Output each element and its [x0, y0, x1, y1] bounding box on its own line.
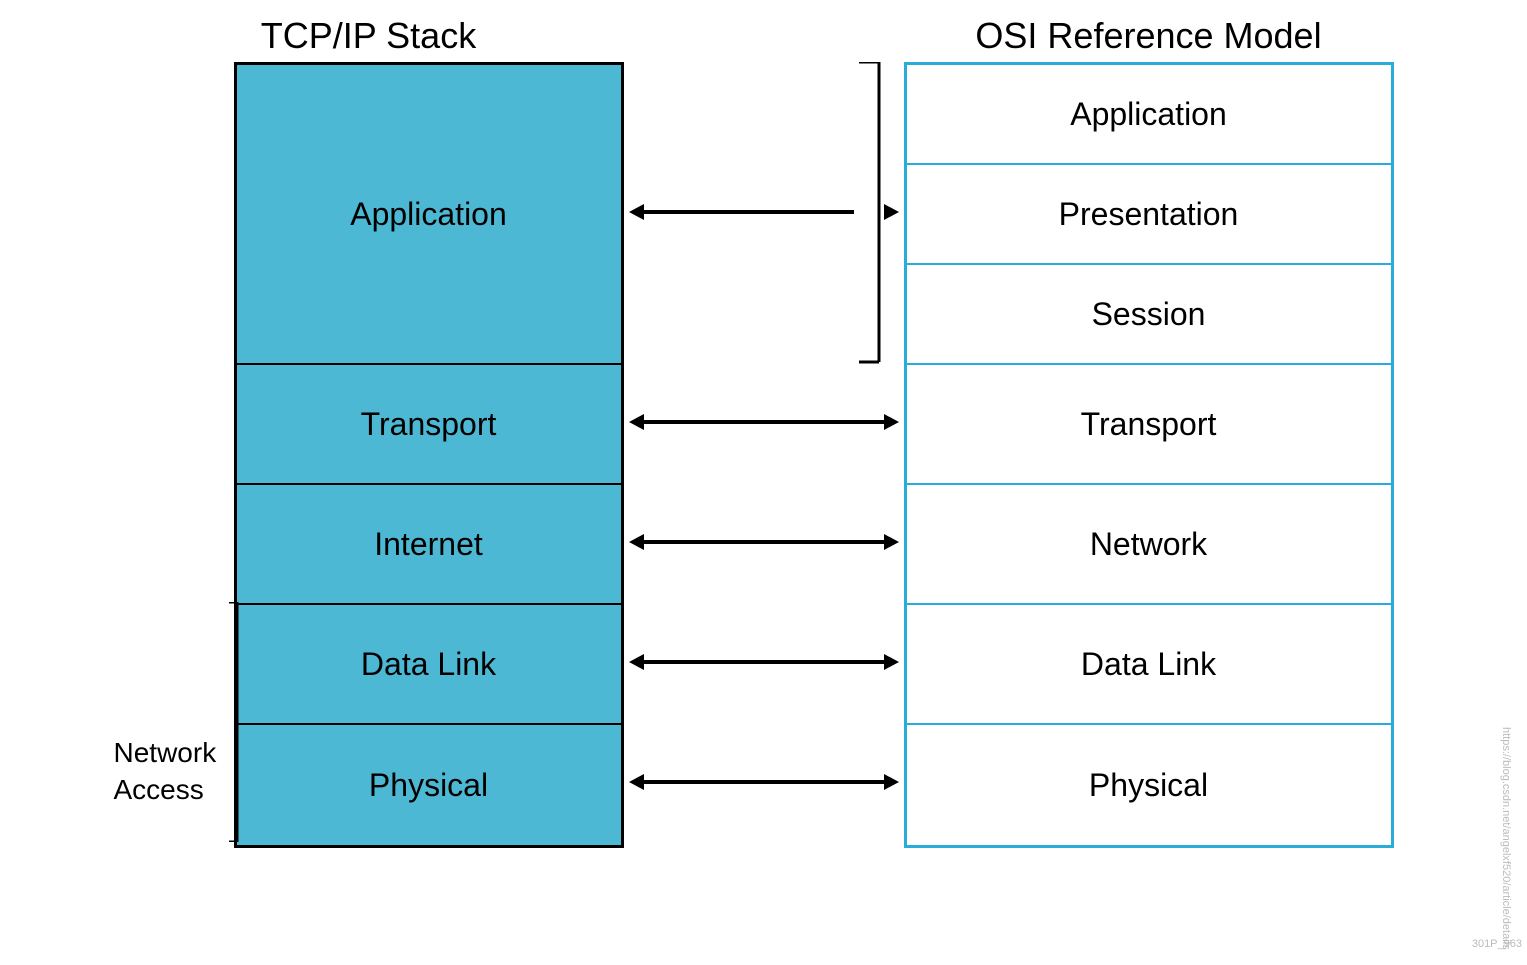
osi-title: OSI Reference Model	[975, 15, 1321, 56]
osi-layer-physical: Physical	[907, 725, 1391, 845]
tcp-layer-datalink: Data Link	[237, 605, 621, 725]
tcp-layer-application: Application	[237, 65, 621, 365]
osi-stack: Application Presentation Session Transpo…	[904, 62, 1394, 848]
osi-layer-datalink: Data Link	[907, 605, 1391, 725]
arrows-svg	[624, 62, 904, 842]
watermark: https://blog.csdn.net/angelxf520/article…	[1500, 727, 1512, 950]
tcp-layer-physical: Physical	[237, 725, 621, 845]
tcpip-title: TCP/IP Stack	[261, 15, 476, 56]
osi-layer-session: Session	[907, 265, 1391, 365]
osi-layer-application: Application	[907, 65, 1391, 165]
diagram-container: TCP/IP Stack OSI Reference Model Network…	[0, 0, 1527, 965]
figure-id: 301P_963	[1472, 938, 1522, 950]
osi-layer-network: Network	[907, 485, 1391, 605]
tcp-layer-transport: Transport	[237, 365, 621, 485]
tcp-layer-internet: Internet	[237, 485, 621, 605]
network-access-label: Network Access	[114, 735, 224, 808]
osi-layer-transport: Transport	[907, 365, 1391, 485]
tcpip-stack: Application Transport Internet Data Link…	[234, 62, 624, 848]
osi-layer-presentation: Presentation	[907, 165, 1391, 265]
